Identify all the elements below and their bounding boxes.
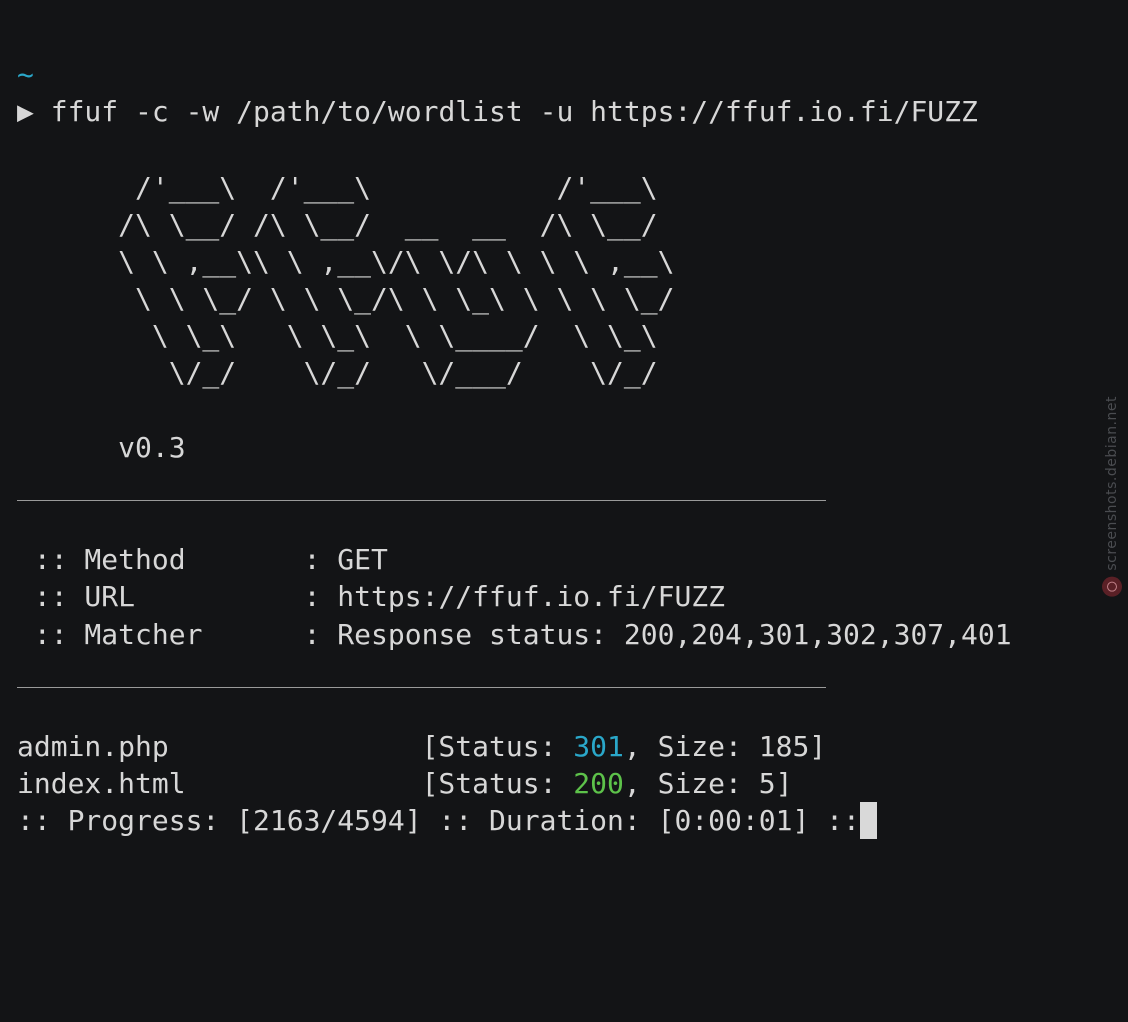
- banner-line: \ \_\ \ \_\ \ \____/ \ \_\: [17, 319, 658, 352]
- config-label: :: Matcher :: [17, 618, 338, 651]
- progress-text: :: Progress: [2163/4594] :: Duration: [0…: [17, 804, 860, 837]
- banner-line: /'___\ /'___\ /'___\: [17, 171, 658, 204]
- divider-bottom: [17, 687, 826, 688]
- banner-line: \/_/ \/_/ \/___/ \/_/: [17, 356, 658, 389]
- banner-line: \ \ ,__\\ \ ,__\/\ \/\ \ \ \ ,__\: [17, 245, 675, 278]
- result-status-prefix: [Status:: [421, 767, 574, 800]
- config-method: :: Method : GET: [17, 541, 388, 578]
- text-cursor: [859, 802, 877, 839]
- version-text: v0.3: [17, 431, 186, 464]
- command-text: ffuf -c -w /path/to/wordlist -u https://…: [50, 95, 978, 128]
- debian-swirl-icon: [1102, 576, 1122, 597]
- command-line: ▶ ffuf -c -w /path/to/wordlist -u https:…: [17, 93, 978, 130]
- config-label: :: Method :: [17, 543, 338, 576]
- result-row: admin.php [Status: 301, Size: 185]: [17, 728, 826, 765]
- result-status-code: 301: [573, 730, 624, 763]
- progress-line: :: Progress: [2163/4594] :: Duration: [0…: [17, 802, 877, 839]
- divider-top: [17, 500, 826, 501]
- result-size: , Size: 5]: [623, 767, 793, 800]
- result-status-code: 200: [573, 767, 624, 800]
- watermark: screenshots.debian.net: [1102, 396, 1122, 597]
- config-matcher: :: Matcher : Response status: 200,204,30…: [17, 616, 1012, 653]
- config-value: https://ffuf.io.fi/FUZZ: [337, 580, 726, 613]
- result-size: , Size: 185]: [623, 730, 827, 763]
- terminal-window[interactable]: ~ ▶ ffuf -c -w /path/to/wordlist -u http…: [17, 0, 1107, 1022]
- prompt-arrow-icon: ▶: [17, 95, 34, 128]
- result-row: index.html [Status: 200, Size: 5]: [17, 765, 792, 802]
- config-value: Response status: 200,204,301,302,307,401: [337, 618, 1012, 651]
- result-name: index.html: [17, 767, 422, 800]
- banner-line: /\ \__/ /\ \__/ __ __ /\ \__/: [17, 208, 658, 241]
- watermark-text: screenshots.debian.net: [1104, 396, 1120, 571]
- config-label: :: URL :: [17, 580, 338, 613]
- config-value: GET: [337, 543, 388, 576]
- banner-line: \ \ \_/ \ \ \_/\ \ \_\ \ \ \ \_/: [17, 282, 675, 315]
- result-status-prefix: [Status:: [421, 730, 574, 763]
- result-name: admin.php: [17, 730, 422, 763]
- prompt-cwd: ~: [17, 58, 34, 91]
- config-url: :: URL : https://ffuf.io.fi/FUZZ: [17, 578, 725, 615]
